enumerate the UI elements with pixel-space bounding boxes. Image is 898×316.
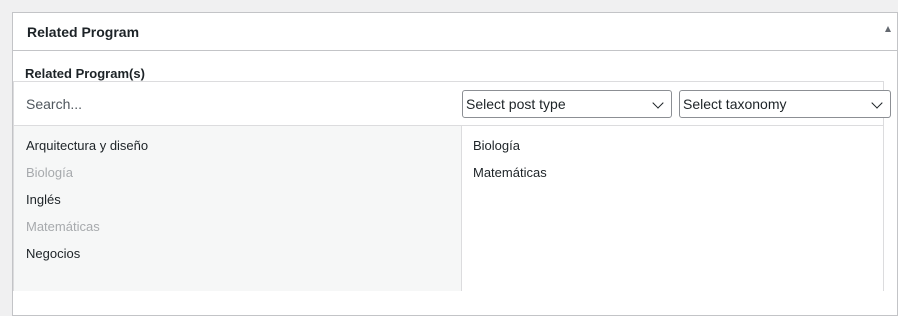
post-type-select[interactable]: Select post type [462, 90, 672, 118]
choice-item[interactable]: Inglés [14, 186, 461, 213]
selected-list: Biología Matemáticas [462, 126, 883, 291]
metabox-title: Related Program [27, 23, 140, 40]
taxonomy-select[interactable]: Select taxonomy [679, 90, 891, 118]
relationship-field: Select post type Select taxonomy Arquite… [13, 81, 891, 291]
relationship-columns: Arquitectura y diseño Biología Inglés Ma… [14, 126, 883, 291]
choice-item: Biología [26, 165, 73, 180]
choice-item[interactable]: Arquitectura y diseño [14, 132, 461, 159]
choices-list: Arquitectura y diseño Biología Inglés Ma… [14, 126, 462, 291]
choice-item: Matemáticas [26, 219, 100, 234]
taxonomy-select-value: Select taxonomy [683, 96, 787, 112]
selected-item[interactable]: Matemáticas [462, 159, 883, 186]
post-type-select-value: Select post type [466, 96, 566, 112]
collapse-arrow-icon[interactable] [885, 26, 891, 32]
metabox-inside: Related Program(s) [13, 51, 897, 83]
selected-item[interactable]: Biología [462, 132, 883, 159]
relationship-filters: Select post type Select taxonomy [14, 82, 891, 126]
search-input[interactable] [14, 82, 462, 125]
choice-item[interactable]: Negocios [14, 240, 461, 267]
chevron-down-icon [871, 97, 883, 109]
chevron-down-icon [652, 97, 664, 109]
metabox-header[interactable]: Related Program [13, 13, 897, 51]
